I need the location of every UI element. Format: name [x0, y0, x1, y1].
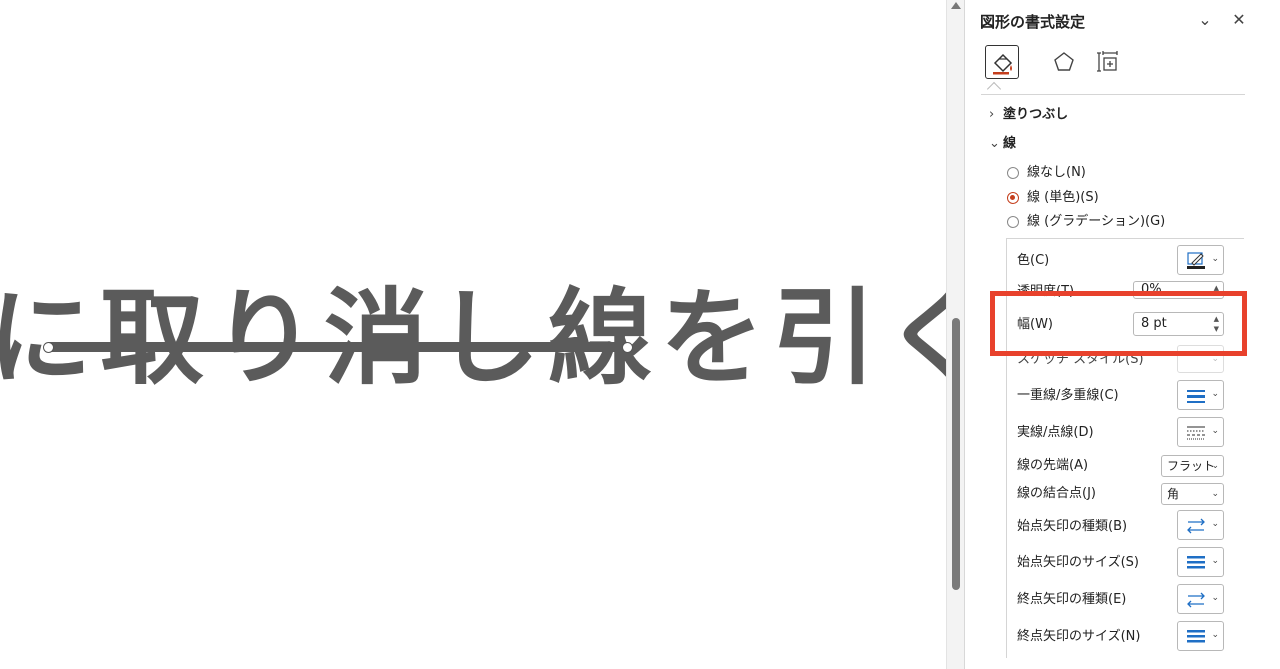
dash-type-button[interactable]: ⌄ — [1177, 417, 1224, 447]
slide-text-shape[interactable]: に取り消し線を引く — [0, 268, 946, 408]
pane-close-icon[interactable]: ✕ — [1230, 11, 1248, 29]
line-color-button[interactable]: ⌄ — [1177, 245, 1224, 275]
chevron-down-icon: ⌄ — [1211, 556, 1219, 566]
section-fill-header[interactable]: › 塗りつぶし — [989, 103, 1068, 122]
cap-type-select[interactable]: フラット ⌄ — [1161, 455, 1224, 477]
section-line-header[interactable]: ⌄ 線 — [989, 132, 1016, 151]
pane-options-chevron-icon[interactable]: ⌄ — [1196, 11, 1214, 29]
radio-solid-line-indicator[interactable] — [1007, 192, 1019, 204]
pentagon-icon — [1054, 52, 1074, 71]
end-arrow-size-label: 終点矢印のサイズ(N) — [1017, 629, 1141, 644]
slide-canvas[interactable]: に取り消し線を引く — [0, 0, 946, 669]
chevron-down-icon: ⌄ — [1211, 461, 1219, 471]
scroll-up-arrow-icon[interactable] — [951, 2, 961, 9]
pane-title: 図形の書式設定 — [980, 13, 1086, 31]
begin-arrow-size-button[interactable]: ⌄ — [1177, 547, 1224, 577]
line-weights-icon — [1187, 390, 1205, 403]
tab-fill-and-line[interactable] — [985, 45, 1019, 79]
tab-divider — [981, 94, 1245, 95]
compound-type-label: 一重線/多重線(C) — [1017, 388, 1119, 403]
chevron-down-icon: ⌄ — [1211, 519, 1219, 529]
cap-type-label: 線の先端(A) — [1017, 458, 1089, 473]
chevron-right-icon: › — [989, 107, 995, 122]
chevron-down-icon: ⌄ — [1211, 489, 1219, 499]
pen-color-icon — [1187, 252, 1205, 269]
radio-solid-line[interactable]: 線 (単色)(S) — [1007, 189, 1099, 207]
color-label: 色(C) — [1017, 253, 1050, 268]
begin-arrow-size-label: 始点矢印のサイズ(S) — [1017, 555, 1140, 570]
line-end-handle[interactable] — [622, 342, 633, 353]
strikethrough-line-shape[interactable] — [48, 342, 628, 352]
dash-style-icon — [1187, 426, 1205, 440]
compound-type-button[interactable]: ⌄ — [1177, 380, 1224, 410]
chevron-down-icon: ⌄ — [1211, 593, 1219, 603]
width-highlight-box — [990, 291, 1247, 356]
chevron-down-icon: ⌄ — [989, 136, 1000, 151]
radio-no-line-indicator[interactable] — [1007, 167, 1019, 179]
radio-no-line[interactable]: 線なし(N) — [1007, 164, 1086, 182]
chevron-down-icon: ⌄ — [1211, 630, 1219, 640]
chevron-down-icon: ⌄ — [1211, 389, 1219, 399]
chevron-down-icon: ⌄ — [1211, 426, 1219, 436]
join-type-label: 線の結合点(J) — [1017, 486, 1096, 501]
tab-size-and-properties[interactable] — [1091, 45, 1125, 79]
arrow-type-icon — [1187, 518, 1205, 534]
radio-gradient-line-indicator[interactable] — [1007, 216, 1019, 228]
scroll-thumb[interactable] — [952, 318, 960, 590]
arrow-size-icon — [1187, 630, 1205, 643]
paint-bucket-icon — [993, 53, 1013, 75]
tab-effects[interactable] — [1047, 45, 1081, 79]
radio-gradient-line[interactable]: 線 (グラデーション)(G) — [1007, 213, 1165, 231]
line-start-handle[interactable] — [43, 342, 54, 353]
canvas-vertical-scrollbar[interactable] — [946, 0, 964, 669]
begin-arrow-type-label: 始点矢印の種類(B) — [1017, 519, 1128, 534]
end-arrow-type-button[interactable]: ⌄ — [1177, 584, 1224, 614]
dash-type-label: 実線/点線(D) — [1017, 425, 1094, 440]
end-arrow-size-button[interactable]: ⌄ — [1177, 621, 1224, 651]
arrow-size-icon — [1187, 556, 1205, 569]
begin-arrow-type-button[interactable]: ⌄ — [1177, 510, 1224, 540]
arrow-type-icon — [1187, 592, 1205, 608]
line-props-group-top — [1006, 238, 1244, 239]
size-properties-icon — [1097, 51, 1118, 72]
chevron-down-icon: ⌄ — [1211, 254, 1219, 264]
end-arrow-type-label: 終点矢印の種類(E) — [1017, 592, 1127, 607]
join-type-select[interactable]: 角 ⌄ — [1161, 483, 1224, 505]
